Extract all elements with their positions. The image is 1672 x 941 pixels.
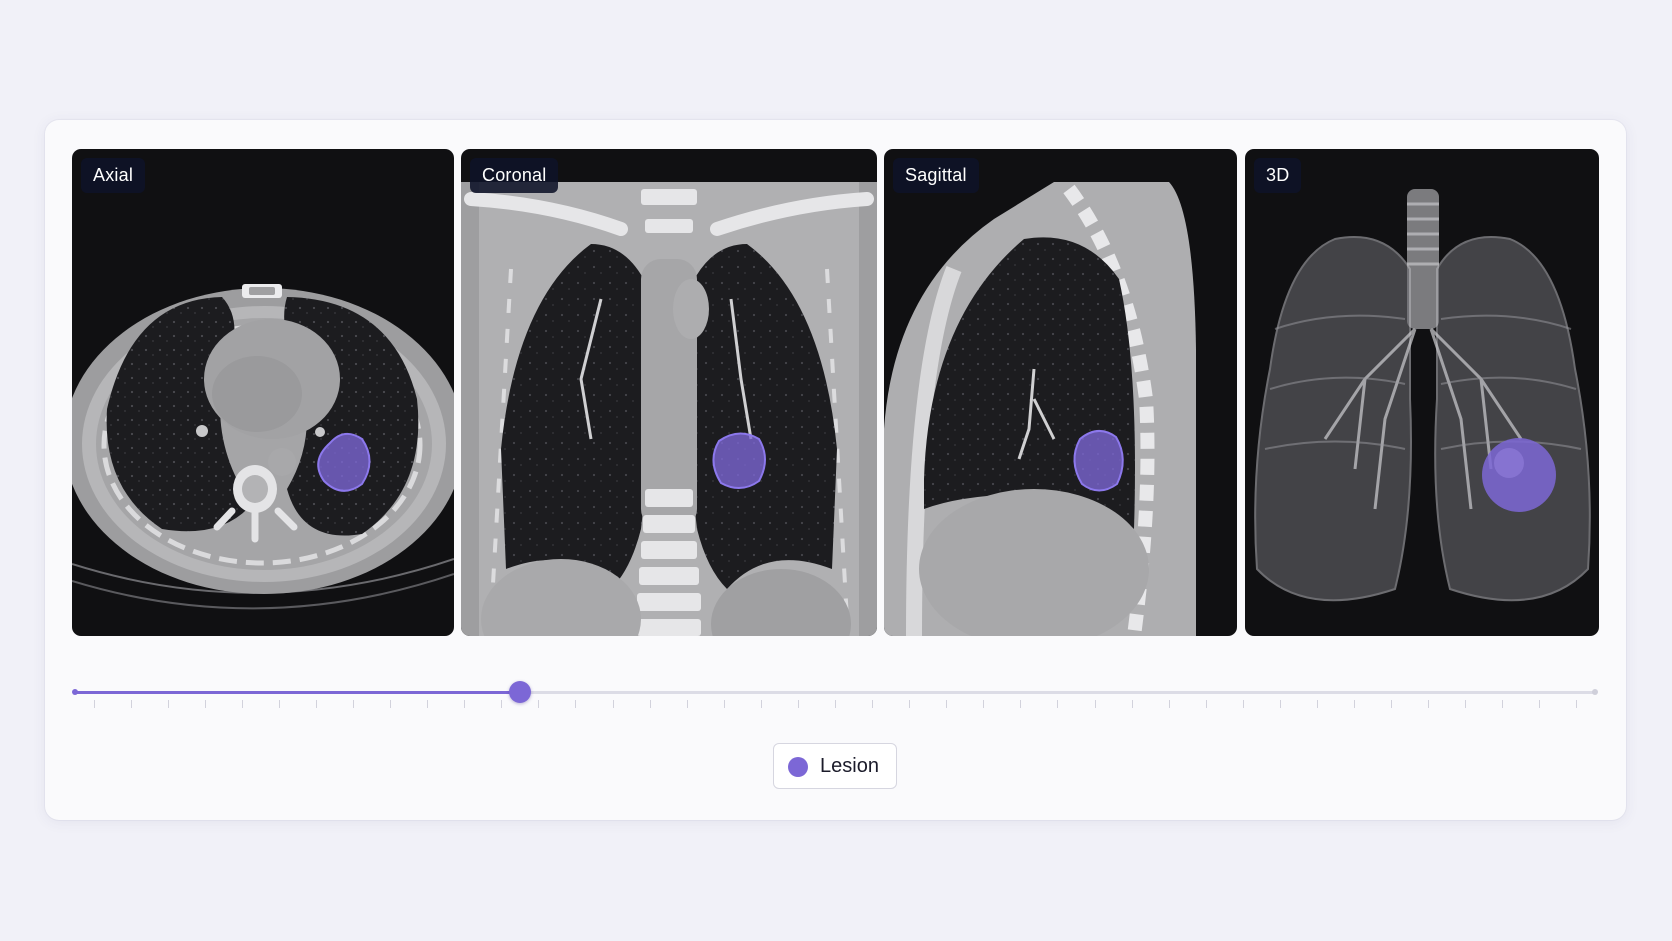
slider-tick (872, 700, 874, 708)
coronal-ct-image (461, 182, 877, 636)
slider-tick (1205, 700, 1207, 708)
slider-tick (797, 700, 799, 708)
slider-tick (315, 700, 317, 708)
slider-tick (760, 700, 762, 708)
slider-tick (649, 700, 651, 708)
slider-ticks (75, 700, 1595, 710)
slider-tick (1057, 700, 1059, 708)
slider-tick (1539, 700, 1541, 708)
axial-ct-image (72, 284, 454, 610)
slider-start-cap (72, 689, 78, 695)
slider-tick (1316, 700, 1318, 708)
slider-tick (1576, 700, 1578, 708)
legend-lesion-label: Lesion (820, 755, 879, 777)
viewport-3d[interactable]: 3D (1245, 149, 1599, 636)
slider-tick (538, 700, 540, 708)
slider-tick (909, 700, 911, 708)
slider-tick (167, 700, 169, 708)
slider-tick (1020, 700, 1022, 708)
slider-tick (1168, 700, 1170, 708)
slider-tick (1279, 700, 1281, 708)
slider-tick (464, 700, 466, 708)
slider-tick (983, 700, 985, 708)
sagittal-ct-image (884, 182, 1196, 636)
slider-tick (93, 700, 95, 708)
slider-tick (241, 700, 243, 708)
viewport-sagittal[interactable]: Sagittal (884, 149, 1237, 636)
slider-tick (612, 700, 614, 708)
slider-tick (1242, 700, 1244, 708)
slider-tick (353, 700, 355, 708)
lesion-color-dot (788, 757, 808, 777)
slider-tick (130, 700, 132, 708)
slider-tick (1502, 700, 1504, 708)
slice-slider[interactable] (72, 678, 1598, 728)
slider-tick (575, 700, 577, 708)
view-label-coronal: Coronal (470, 158, 559, 193)
slider-fill (75, 691, 521, 694)
slider-tick (501, 700, 503, 708)
slider-tick (1354, 700, 1356, 708)
slider-tick (1094, 700, 1096, 708)
slider-tick (1131, 700, 1133, 708)
slider-end-cap (1592, 689, 1598, 695)
slider-tick (390, 700, 392, 708)
view-label-sagittal: Sagittal (893, 158, 979, 193)
slider-tick (427, 700, 429, 708)
slider-tick (835, 700, 836, 708)
legend-lesion-toggle[interactable]: Lesion (773, 743, 897, 789)
viewer-card: Axial Coronal Sagittal 3D (45, 120, 1626, 820)
viewport-axial[interactable]: Axial (72, 149, 454, 636)
slider-tick (686, 700, 688, 708)
lung-3d-render (1254, 189, 1591, 602)
viewport-coronal[interactable]: Coronal (461, 149, 877, 636)
slider-tick (1391, 700, 1393, 708)
slider-tick (946, 700, 948, 708)
slider-tick (278, 700, 280, 708)
slider-tick (723, 700, 725, 708)
slider-tick (1465, 700, 1467, 708)
view-label-axial: Axial (81, 158, 146, 193)
slider-tick (204, 700, 206, 708)
view-label-3d: 3D (1254, 158, 1302, 193)
slider-tick (1428, 700, 1430, 708)
